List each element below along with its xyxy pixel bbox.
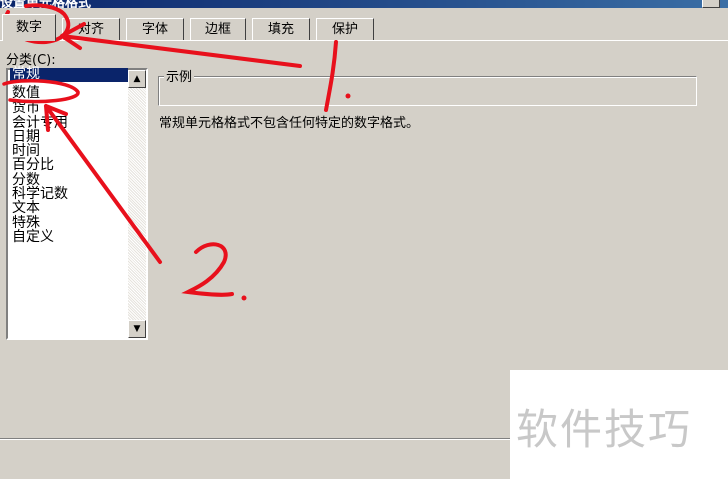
format-description: 常规单元格格式不包含任何特定的数字格式。	[159, 116, 420, 131]
tab-alignment[interactable]: 对齐	[62, 18, 120, 40]
tab-font[interactable]: 字体	[126, 18, 184, 40]
tab-border-label: 边框	[204, 22, 231, 37]
list-item-general[interactable]: 常规	[10, 67, 128, 83]
tab-border[interactable]: 边框	[190, 18, 246, 40]
tab-font-label: 字体	[141, 22, 168, 37]
scroll-down-button[interactable]: ▼	[128, 320, 146, 338]
tab-number[interactable]: 数字	[2, 14, 56, 41]
close-button[interactable]	[702, 0, 720, 8]
sample-legend: 示例	[164, 66, 195, 85]
category-list: 常规 数值 货币 会计专用 日期 时间 百分比 分数 科学记数 文本 特殊 自定…	[10, 67, 128, 245]
tab-alignment-label: 对齐	[77, 22, 104, 37]
chevron-down-icon: ▼	[133, 324, 141, 334]
tab-fill[interactable]: 填充	[252, 18, 310, 40]
tab-number-label: 数字	[15, 20, 42, 35]
watermark-text: 软件技巧	[516, 405, 693, 454]
list-item-custom[interactable]: 自定义	[10, 230, 128, 245]
chevron-up-icon: ▲	[133, 74, 141, 84]
tab-protection-label: 保护	[331, 22, 358, 37]
category-scrollbar[interactable]: ▲ ▼	[128, 70, 146, 338]
annotation-dot-2	[241, 295, 247, 301]
annotation-number-2	[181, 242, 234, 297]
window-title: 设置单元格格式	[0, 0, 92, 8]
tab-fill-label: 填充	[267, 22, 294, 37]
tab-panel-top-edge	[0, 40, 728, 41]
window-titlebar: 设置单元格格式	[0, 0, 728, 8]
tab-protection[interactable]: 保护	[316, 18, 374, 40]
scroll-up-button[interactable]: ▲	[128, 70, 146, 88]
category-listbox[interactable]: 常规 数值 货币 会计专用 日期 时间 百分比 分数 科学记数 文本 特殊 自定…	[6, 67, 148, 340]
sample-groupbox	[158, 76, 697, 106]
tab-strip: 数字 对齐 字体 边框 填充 保护	[0, 14, 728, 41]
